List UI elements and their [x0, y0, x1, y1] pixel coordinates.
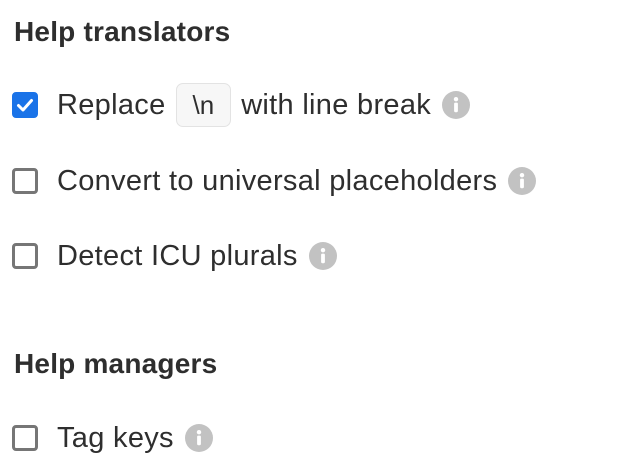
replace-newline-label-suffix: with line break [241, 88, 432, 121]
option-replace-newline: Replace \n with line break [12, 83, 471, 127]
info-icon[interactable] [308, 242, 337, 270]
option-tag-keys: Tag keys [12, 418, 213, 458]
tag-keys-checkbox[interactable] [12, 425, 38, 451]
option-universal-placeholders: Convert to universal placeholders [12, 161, 537, 201]
universal-placeholders-checkbox[interactable] [12, 168, 38, 194]
tag-keys-label: Tag keys [57, 421, 174, 454]
help-managers-heading: Help managers [14, 348, 218, 379]
newline-code-chip: \n [175, 83, 232, 127]
universal-placeholders-label: Convert to universal placeholders [57, 164, 498, 197]
detect-icu-plurals-label: Detect ICU plurals [57, 239, 298, 272]
option-detect-icu-plurals: Detect ICU plurals [12, 236, 337, 276]
info-icon[interactable] [508, 167, 537, 195]
info-icon[interactable] [184, 424, 213, 452]
detect-icu-plurals-checkbox[interactable] [12, 243, 38, 269]
info-icon[interactable] [442, 91, 471, 119]
check-icon [17, 99, 33, 112]
help-translators-heading: Help translators [14, 16, 231, 47]
replace-newline-checkbox[interactable] [12, 92, 38, 118]
replace-newline-label: Replace [57, 88, 166, 121]
